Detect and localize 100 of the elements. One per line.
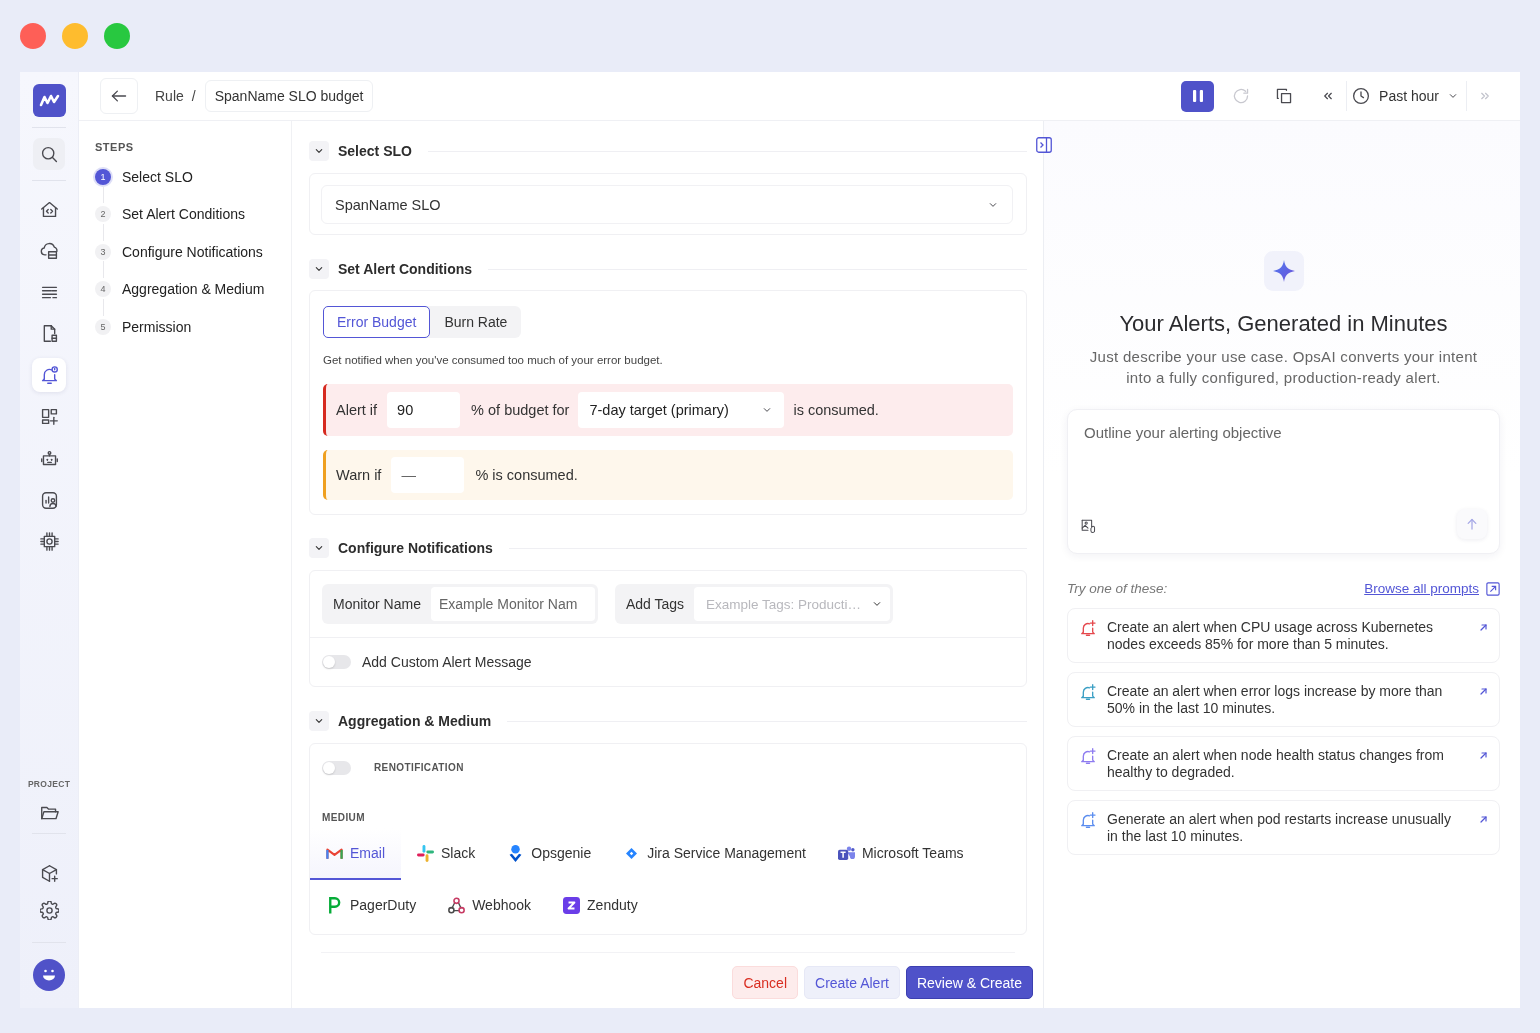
step-number: 4	[95, 281, 111, 298]
medium-tab[interactable]: PagerDuty	[310, 880, 433, 932]
medium-label: MEDIUM	[322, 812, 365, 824]
step-label[interactable]: Select SLO	[122, 168, 193, 185]
nav-item[interactable]	[32, 358, 66, 393]
time-range-dropdown[interactable]: Past hour	[1352, 81, 1458, 111]
section-title: Set Alert Conditions	[338, 261, 473, 277]
pause-button[interactable]	[1181, 80, 1215, 112]
step-label[interactable]: Aggregation & Medium	[122, 281, 265, 298]
section-title: Configure Notifications	[338, 540, 493, 556]
people-tile-icon	[837, 844, 855, 862]
diamond-icon	[626, 847, 638, 859]
toggle-switch[interactable]	[322, 761, 351, 775]
toggle-label: Add Custom Alert Message	[362, 654, 532, 670]
medium-tab[interactable]: Slack	[401, 828, 492, 880]
chevrons-right-icon	[1479, 90, 1491, 102]
avatar-icon[interactable]	[33, 959, 65, 991]
search-button[interactable]	[33, 138, 65, 170]
suggestion-card[interactable]: Create an alert when CPU usage across Kubernetes nodes exceeds 85% for more than 5 minutes.	[1067, 608, 1500, 663]
field-label: Add Tags	[624, 596, 686, 612]
suggestion-card[interactable]: Create an alert when error logs increase by more than 50% in the last 10 minutes.	[1067, 672, 1500, 727]
rule-label: Alert if	[336, 402, 378, 418]
step-label[interactable]: Permission	[122, 318, 192, 335]
chevron-down-icon	[314, 543, 324, 553]
chevron-down-icon	[314, 264, 324, 274]
panel-collapse-icon	[1036, 137, 1052, 153]
threshold-input[interactable]: —	[391, 457, 465, 493]
rule-text: is consumed.	[793, 402, 879, 418]
refresh-icon	[1232, 87, 1251, 105]
section-label: PROJECT	[27, 779, 71, 789]
logo-icon[interactable]	[32, 84, 66, 117]
step-label[interactable]: Set Alert Conditions	[122, 206, 245, 223]
monitor-name-input[interactable]: Example Monitor Nam	[430, 587, 595, 621]
chip-icon	[39, 532, 59, 552]
chevron-down-icon	[314, 716, 324, 726]
suggestion-card[interactable]: Create an alert when node health status changes from healthy to degraded.	[1067, 736, 1500, 791]
field-label: Monitor Name	[332, 596, 422, 612]
rule-label: Warn if	[336, 467, 382, 483]
collapse-button[interactable]	[309, 259, 329, 279]
sparkle-icon	[1263, 251, 1304, 291]
create-alert-button[interactable]: Create Alert	[804, 966, 900, 999]
caret-icon	[1448, 91, 1458, 101]
external-link-icon[interactable]	[1486, 581, 1500, 596]
review-create-button[interactable]: Review & Create	[905, 966, 1033, 999]
clock-icon	[1352, 87, 1371, 105]
browse-prompts-link[interactable]: Browse all prompts	[1364, 581, 1479, 596]
step-label[interactable]: Configure Notifications	[122, 243, 263, 260]
image-clip-icon	[1080, 518, 1096, 534]
arrow-left-icon	[110, 87, 128, 105]
panel-toggle-button[interactable]	[1036, 137, 1052, 153]
nodes-icon	[448, 896, 466, 914]
step-number: 5	[95, 318, 111, 335]
slo-select[interactable]: SpanName SLO	[321, 185, 1013, 224]
settings-icon	[39, 900, 59, 920]
tab[interactable]: Burn Rate	[430, 306, 522, 338]
medium-tab[interactable]: Zenduty	[547, 880, 654, 932]
cancel-button[interactable]: Cancel	[732, 966, 798, 999]
grid-plus-icon	[39, 407, 59, 427]
assistant-subtitle: Just describe your use case. OpsAI converts your intent into a fully configured, production-ready alert.	[1088, 347, 1479, 388]
suggestion-text: Create an alert when error logs increase by more than 50% in the last 10 minutes.	[1107, 683, 1444, 717]
medium-tab[interactable]: Jira Service Management	[607, 828, 822, 880]
step-number: 1	[95, 168, 111, 185]
tab[interactable]: Error Budget	[323, 306, 431, 338]
back-button[interactable]	[100, 78, 138, 114]
step-number: 2	[95, 206, 111, 223]
house-icon	[39, 199, 59, 219]
chevron-down-icon	[314, 146, 324, 156]
suggestion-text: Create an alert when node health status changes from healthy to degraded.	[1107, 747, 1445, 781]
collapse-button[interactable]	[309, 711, 329, 731]
suggestion-text: Create an alert when CPU usage across Kubernetes nodes exceeds 85% for more than 5 minutes.	[1107, 619, 1435, 653]
step-number: 3	[95, 243, 111, 260]
chart-person-icon	[39, 490, 59, 510]
p-shape-icon	[326, 896, 343, 914]
rule-text: % is consumed.	[475, 467, 578, 483]
collapse-button[interactable]	[309, 141, 329, 161]
arrow-up-right-icon	[1478, 686, 1489, 697]
medium-tab[interactable]: Opsgenie	[491, 828, 608, 880]
suggestions-label: Try one of these:	[1067, 581, 1169, 596]
target-select[interactable]: 7-day target (primary)	[578, 392, 785, 428]
breadcrumb-link[interactable]: Rule	[155, 88, 184, 104]
prompt-box[interactable]: Outline your alerting objective	[1067, 409, 1500, 554]
close-window-button[interactable]	[20, 23, 46, 49]
prompt-input[interactable]: Outline your alerting objective	[1068, 410, 1499, 509]
description-text: Get notified when you've consumed too much of your error budget.	[323, 353, 664, 367]
collapse-button[interactable]	[309, 538, 329, 558]
arrow-up-right-icon	[1478, 622, 1489, 633]
caret-icon	[762, 405, 773, 415]
steps-heading: STEPS	[95, 141, 135, 154]
assistant-title: Your Alerts, Generated in Minutes	[1119, 310, 1448, 338]
toggle-switch[interactable]	[322, 655, 351, 669]
breadcrumb-separator: /	[191, 88, 196, 104]
medium-tab[interactable]: Webhook	[432, 880, 548, 932]
threshold-input[interactable]: 90	[387, 392, 461, 428]
suggestion-card[interactable]: Generate an alert when pod restarts increase unusually in the last 10 minutes.	[1067, 800, 1500, 855]
medium-tab[interactable]: Microsoft Teams	[821, 828, 980, 880]
copy-icon	[1275, 87, 1294, 105]
attach-image-button[interactable]	[1080, 518, 1096, 534]
cube-plus-icon	[39, 863, 59, 883]
section-title: Select SLO	[338, 143, 412, 159]
section-title: Aggregation & Medium	[338, 713, 492, 729]
